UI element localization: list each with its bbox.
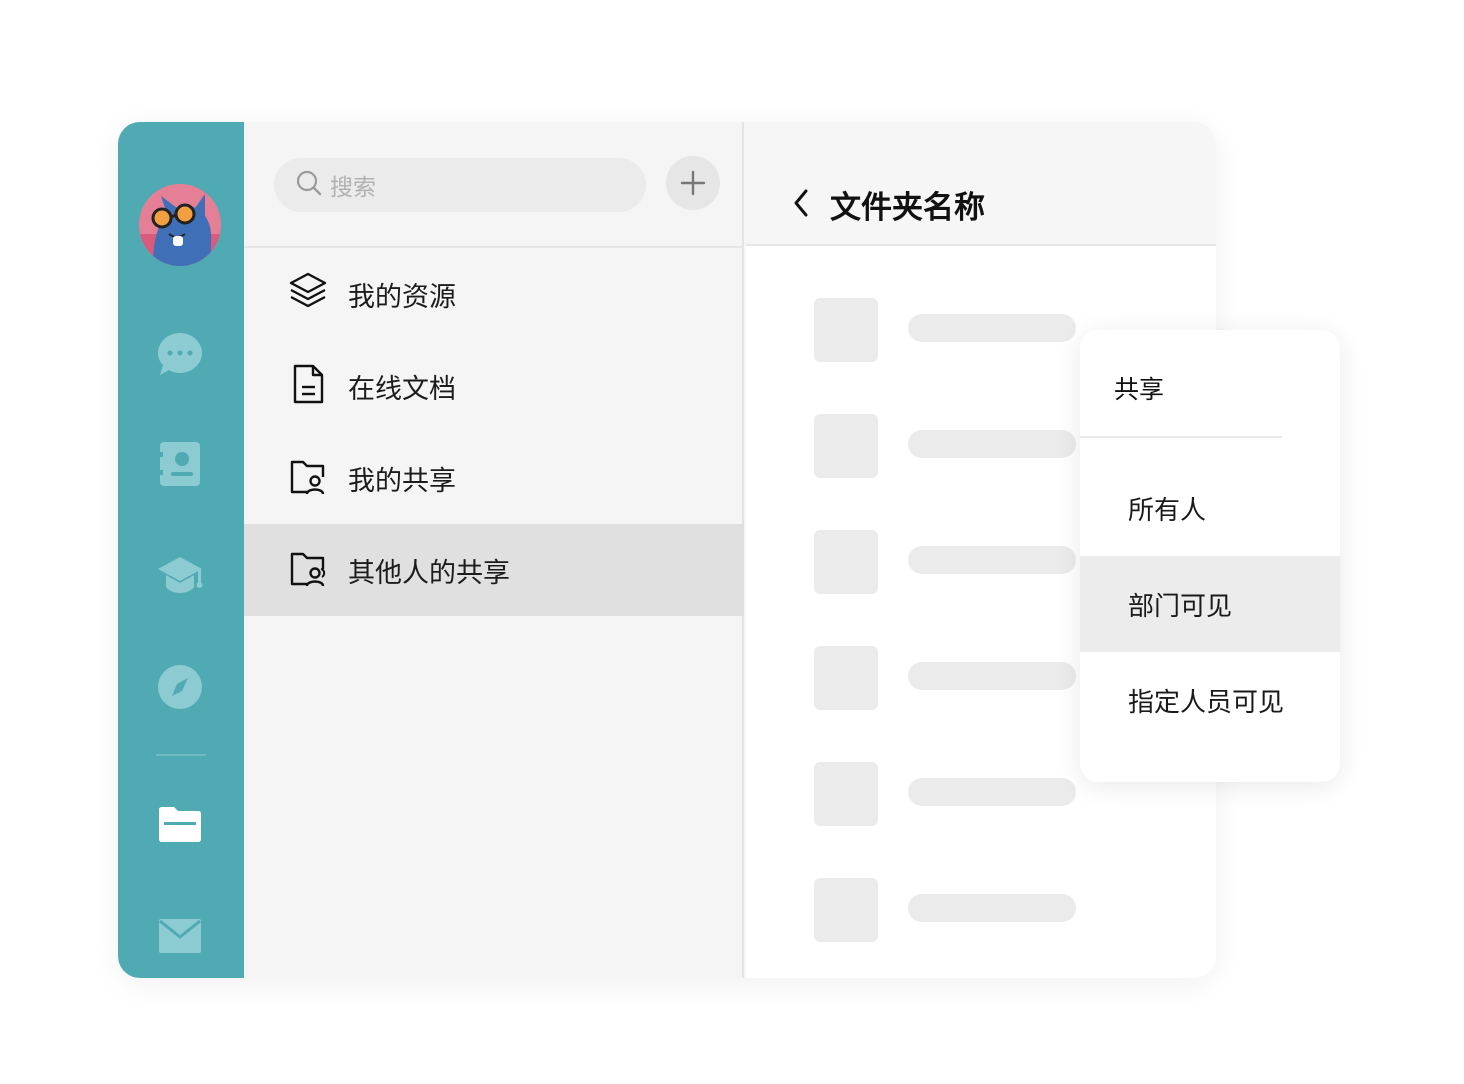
mail-icon[interactable]: [156, 912, 204, 960]
option-department[interactable]: 部门可见: [1080, 556, 1340, 652]
shared-folder-icon: [288, 455, 328, 501]
avatar[interactable]: [139, 184, 221, 266]
folder-title: 文件夹名称: [830, 190, 985, 226]
file-thumbnail-placeholder: [814, 878, 878, 942]
file-thumbnail-placeholder: [814, 414, 878, 478]
nav-item-label: 其他人的共享: [348, 557, 510, 589]
nav-item-my-resources[interactable]: 我的资源: [244, 248, 744, 340]
layers-icon: [288, 271, 328, 317]
rail-divider: [156, 754, 206, 756]
file-name-placeholder: [908, 778, 1076, 806]
file-name-placeholder: [908, 546, 1076, 574]
file-name-placeholder: [908, 894, 1076, 922]
file-name-placeholder: [908, 314, 1076, 342]
nav-item-label: 在线文档: [348, 373, 456, 405]
chevron-left-icon: [794, 189, 808, 217]
folder-icon[interactable]: [156, 800, 204, 848]
add-button[interactable]: [666, 156, 720, 210]
plus-icon: [680, 170, 706, 196]
search-box[interactable]: 搜索: [274, 158, 646, 212]
share-menu-title: 共享: [1114, 375, 1165, 404]
share-visibility-menu: 共享 所有人 部门可见 指定人员可见: [1080, 330, 1340, 782]
file-thumbnail-placeholder: [814, 646, 878, 710]
nav-item-online-docs[interactable]: 在线文档: [244, 340, 744, 432]
graduation-cap-icon[interactable]: [156, 552, 204, 600]
file-thumbnail-placeholder: [814, 762, 878, 826]
file-name-placeholder: [908, 430, 1076, 458]
nav-item-others-shares[interactable]: 其他人的共享: [244, 524, 744, 616]
file-name-placeholder: [908, 662, 1076, 690]
content-header: 文件夹名称: [746, 122, 1216, 246]
file-thumbnail-placeholder: [814, 530, 878, 594]
others-shared-folder-icon: [288, 547, 328, 593]
search-placeholder: 搜索: [330, 175, 376, 201]
compass-icon[interactable]: [156, 663, 204, 711]
nav-item-label: 我的资源: [348, 281, 456, 313]
contacts-icon[interactable]: [156, 440, 204, 488]
chat-icon[interactable]: [156, 330, 204, 378]
sidebar-rail: [118, 122, 244, 978]
option-specific-people[interactable]: 指定人员可见: [1080, 652, 1340, 748]
app-window: 搜索 我的资源 在线文档 我的共享 其他人的共享 文件夹名称: [118, 122, 1216, 978]
nav-item-my-shares[interactable]: 我的共享: [244, 432, 744, 524]
document-icon: [288, 363, 328, 409]
nav-panel: 搜索 我的资源 在线文档 我的共享 其他人的共享: [244, 122, 744, 978]
back-button[interactable]: [790, 186, 814, 220]
search-icon: [296, 170, 322, 200]
option-everyone[interactable]: 所有人: [1080, 460, 1340, 556]
nav-item-label: 我的共享: [348, 465, 456, 497]
menu-divider: [1080, 436, 1282, 438]
file-thumbnail-placeholder: [814, 298, 878, 362]
